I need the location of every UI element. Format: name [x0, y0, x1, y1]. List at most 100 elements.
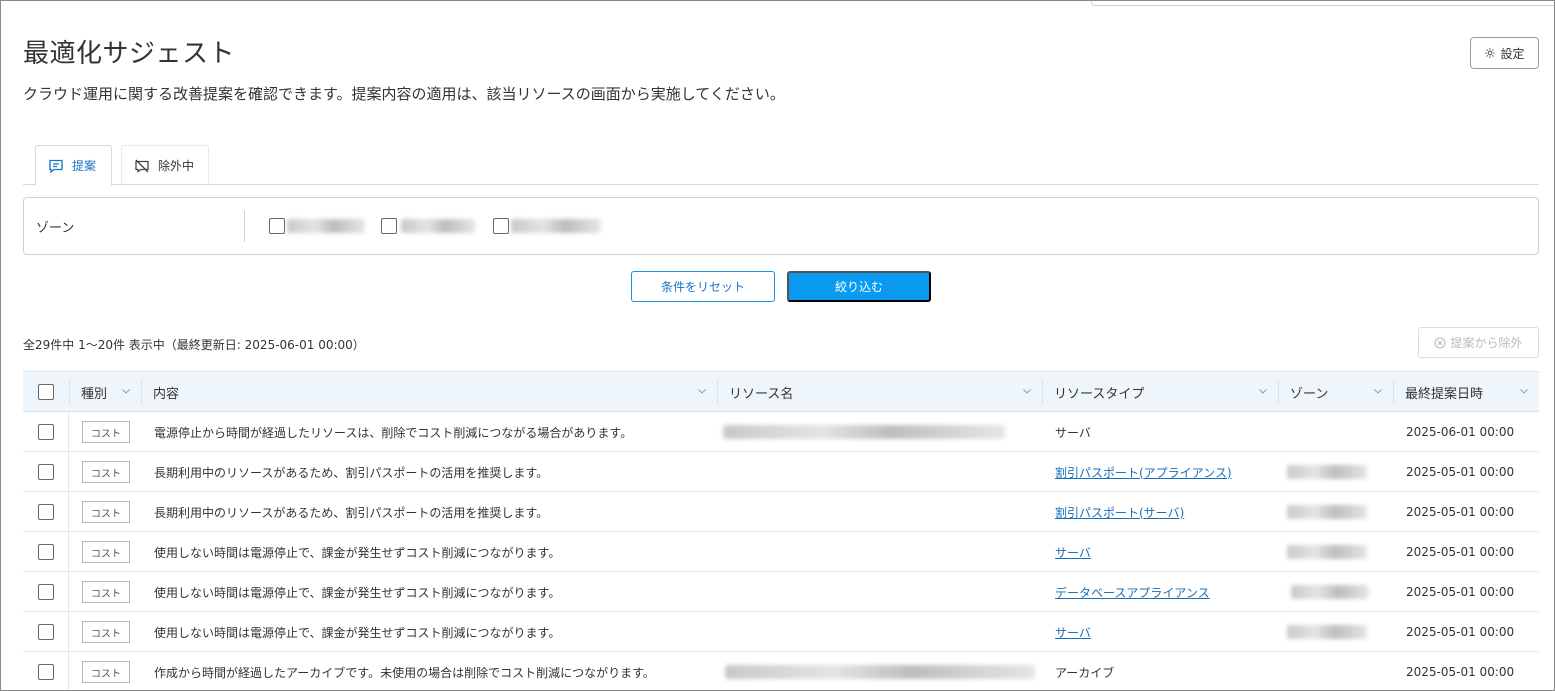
- kind-badge: コスト: [82, 621, 130, 643]
- resource-type-link[interactable]: データベースアプライアンス: [1055, 584, 1210, 601]
- close-circle-icon: [1434, 336, 1447, 349]
- kind-cell: コスト: [82, 532, 130, 572]
- row-checkbox[interactable]: [37, 424, 54, 440]
- resource-type-cell: 割引パスポート(アプライアンス): [1055, 452, 1232, 492]
- header-label: ゾーン: [1290, 386, 1329, 402]
- zone-filter-label: ゾーン: [36, 221, 75, 236]
- header-label: 内容: [153, 386, 180, 402]
- redacted-resource-name: [723, 425, 1005, 439]
- table-row[interactable]: コスト 長期利用中のリソースがあるため、割引パスポートの活用を推奨します。 割引…: [23, 492, 1539, 532]
- zone-option[interactable]: [269, 218, 365, 234]
- column-header-resource-type[interactable]: リソースタイプ: [1042, 372, 1278, 412]
- settings-button[interactable]: 設定: [1470, 37, 1539, 69]
- zone-checkbox[interactable]: [269, 218, 285, 234]
- table-row[interactable]: コスト 作成から時間が経過したアーカイブです。未使用の場合は削除でコスト削減につ…: [23, 652, 1539, 690]
- zone-checkbox[interactable]: [381, 218, 397, 234]
- tab-label: 提案: [72, 159, 97, 173]
- row-select-cell: [23, 412, 69, 452]
- zone-checkbox[interactable]: [493, 218, 509, 234]
- redacted-zone-name: [287, 219, 365, 233]
- table-row[interactable]: コスト 長期利用中のリソースがあるため、割引パスポートの活用を推奨します。 割引…: [23, 452, 1539, 492]
- tab-bar: 提案 除外中: [23, 145, 1539, 186]
- zone-option[interactable]: [493, 218, 601, 234]
- column-header-resource-name[interactable]: リソース名: [717, 372, 1042, 412]
- chevron-down-icon: [1023, 389, 1031, 394]
- date-cell: 2025-05-01 00:00: [1406, 585, 1515, 599]
- content-cell: 使用しない時間は電源停止で、課金が発生せずコスト削減につながります。: [154, 625, 561, 640]
- resource-type-link[interactable]: 割引パスポート(サーバ): [1055, 504, 1184, 521]
- resource-type-link[interactable]: サーバ: [1055, 624, 1091, 641]
- app-window: 最適化サジェスト クラウド運用に関する改善提案を確認できます。提案内容の適用は、…: [0, 0, 1555, 691]
- kind-badge: コスト: [82, 661, 130, 683]
- kind-badge: コスト: [82, 581, 130, 603]
- content-cell: 長期利用中のリソースがあるため、割引パスポートの活用を推奨します。: [154, 505, 549, 520]
- header-label: 種別: [81, 386, 108, 402]
- table-header: 種別 内容 リソース名 リソースタイプ ゾーン 最終提案日時: [23, 372, 1539, 412]
- kind-badge: コスト: [82, 501, 130, 523]
- table-row[interactable]: コスト 使用しない時間は電源停止で、課金が発生せずコスト削減につながります。 サ…: [23, 612, 1539, 652]
- column-header-content[interactable]: 内容: [141, 372, 717, 412]
- content-cell: 使用しない時間は電源停止で、課金が発生せずコスト削減につながります。: [154, 545, 561, 560]
- zone-option[interactable]: [381, 218, 475, 234]
- select-all-checkbox[interactable]: [38, 384, 54, 400]
- row-checkbox[interactable]: [37, 624, 54, 640]
- row-checkbox[interactable]: [37, 504, 54, 520]
- date-cell: 2025-05-01 00:00: [1406, 665, 1515, 679]
- header-label: リソースタイプ: [1054, 386, 1145, 402]
- table-row[interactable]: コスト 使用しない時間は電源停止で、課金が発生せずコスト削減につながります。 サ…: [23, 532, 1539, 572]
- tab-excluded[interactable]: 除外中: [121, 145, 209, 185]
- zone-cell: [1287, 612, 1367, 652]
- redacted-zone: [1287, 465, 1367, 479]
- kind-cell: コスト: [82, 412, 130, 452]
- resource-type-cell: サーバ: [1055, 532, 1091, 572]
- exclude-from-suggestions-button[interactable]: 提案から除外: [1418, 327, 1539, 358]
- settings-label: 設定: [1500, 46, 1525, 61]
- kind-cell: コスト: [82, 572, 130, 612]
- row-select-cell: [23, 572, 69, 612]
- date-cell: 2025-05-01 00:00: [1406, 465, 1515, 479]
- resource-type-link[interactable]: サーバ: [1055, 544, 1091, 561]
- date-cell: 2025-05-01 00:00: [1406, 625, 1515, 639]
- filter-panel: ゾーン: [23, 197, 1539, 255]
- comment-icon: [49, 159, 63, 173]
- zone-cell: [1287, 452, 1367, 492]
- chevron-down-icon: [698, 389, 706, 394]
- table-row[interactable]: コスト 使用しない時間は電源停止で、課金が発生せずコスト削減につながります。 デ…: [23, 572, 1539, 612]
- kind-badge: コスト: [82, 541, 130, 563]
- redacted-zone-name: [511, 219, 601, 233]
- divider: [244, 210, 245, 242]
- chevron-down-icon: [1520, 389, 1528, 394]
- row-select-cell: [23, 652, 69, 690]
- content-cell: 作成から時間が経過したアーカイブです。未使用の場合は削除でコスト削減につながりま…: [154, 665, 655, 680]
- table-row[interactable]: コスト 電源停止から時間が経過したリソースは、削除でコスト削減につながる場合があ…: [23, 412, 1539, 452]
- content-cell: 使用しない時間は電源停止で、課金が発生せずコスト削減につながります。: [154, 585, 561, 600]
- row-select-cell: [23, 452, 69, 492]
- select-all-cell: [23, 372, 69, 412]
- column-header-zone[interactable]: ゾーン: [1278, 372, 1393, 412]
- column-header-last-date[interactable]: 最終提案日時: [1393, 372, 1539, 412]
- tab-suggestions[interactable]: 提案: [35, 145, 112, 186]
- resource-name-cell: [723, 412, 1005, 452]
- redacted-zone-name: [401, 219, 475, 233]
- chevron-down-icon: [122, 389, 130, 394]
- hidden-icon: [135, 159, 149, 173]
- zone-cell: [1287, 492, 1367, 532]
- page-description: クラウド運用に関する改善提案を確認できます。提案内容の適用は、該当リソースの画面…: [23, 85, 785, 103]
- row-checkbox[interactable]: [37, 544, 54, 560]
- row-checkbox[interactable]: [37, 464, 54, 480]
- date-cell: 2025-05-01 00:00: [1406, 545, 1515, 559]
- kind-cell: コスト: [82, 652, 130, 690]
- redacted-resource-name: [725, 665, 1035, 679]
- gear-icon: [1485, 48, 1496, 58]
- filter-apply-button[interactable]: 絞り込む: [787, 271, 931, 302]
- content-cell: 長期利用中のリソースがあるため、割引パスポートの活用を推奨します。: [154, 465, 549, 480]
- redacted-zone: [1287, 505, 1367, 519]
- row-checkbox[interactable]: [37, 584, 54, 600]
- header-label: 最終提案日時: [1405, 386, 1484, 402]
- suggestions-table: 種別 内容 リソース名 リソースタイプ ゾーン 最終提案日時 コスト 電源停止か…: [23, 371, 1539, 690]
- top-strip: [1091, 1, 1554, 6]
- row-checkbox[interactable]: [37, 664, 54, 680]
- resource-type-link[interactable]: 割引パスポート(アプライアンス): [1055, 464, 1232, 481]
- column-header-kind[interactable]: 種別: [69, 372, 141, 412]
- reset-conditions-button[interactable]: 条件をリセット: [631, 271, 775, 302]
